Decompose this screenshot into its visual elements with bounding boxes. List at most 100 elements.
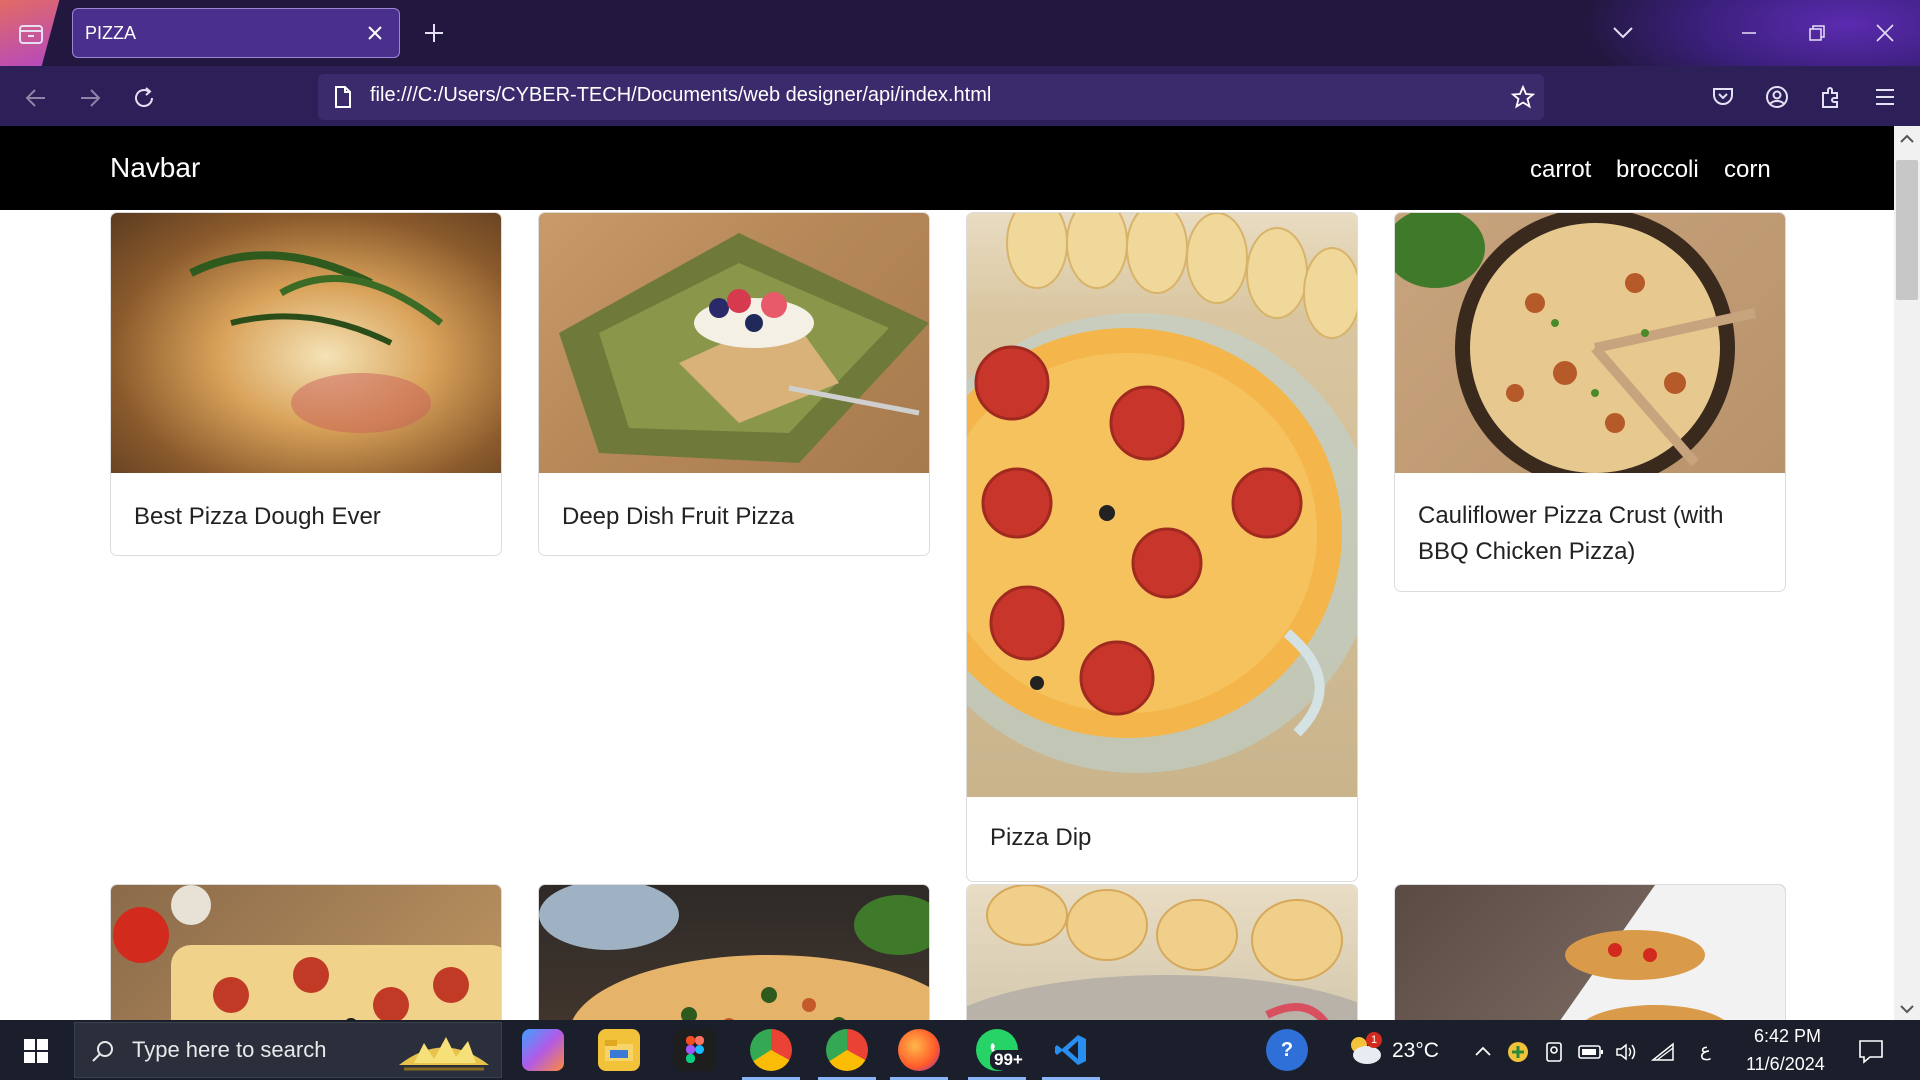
- chrome-profile-1-icon[interactable]: [750, 1029, 792, 1071]
- navbar-brand[interactable]: Navbar: [110, 152, 200, 184]
- cauliflower-pizza-photo: [1395, 213, 1785, 488]
- pepperoni-pizza-photo: [111, 885, 501, 1020]
- close-window-button[interactable]: [1851, 0, 1919, 66]
- card-title-line-1[interactable]: Cauliflower Pizza Crust (with: [1418, 498, 1723, 534]
- pizza-boats-photo: [1395, 885, 1785, 1020]
- nav-link-carrot[interactable]: carrot: [1530, 156, 1591, 184]
- hamburger-icon: [1876, 89, 1894, 105]
- chevron-down-icon: [1613, 27, 1633, 39]
- url-text[interactable]: file:///C:/Users/CYBER-TECH/Documents/we…: [370, 84, 991, 107]
- forward-button[interactable]: [72, 80, 108, 116]
- account-button[interactable]: [1762, 82, 1792, 112]
- recipe-card[interactable]: Cauliflower Pizza Crust (with BBQ Chicke…: [1394, 212, 1786, 592]
- figma-icon[interactable]: [674, 1029, 716, 1071]
- pizza-dip-photo: [967, 213, 1357, 797]
- whatsapp-badge: 99+: [990, 1050, 1027, 1070]
- flatbread-on-board: [539, 885, 929, 1020]
- restore-icon: [1809, 25, 1825, 41]
- basil-garnish: [189, 251, 444, 433]
- flatbread-pizza-photo: [539, 885, 929, 1020]
- clock-date[interactable]: 11/6/2024: [1746, 1054, 1825, 1075]
- bread-slices: [967, 885, 1357, 1020]
- tray-app-icon[interactable]: [1506, 1040, 1530, 1064]
- pocket-icon: [1713, 88, 1733, 105]
- windows-logo-icon: [24, 1039, 48, 1063]
- tab-close-button[interactable]: [363, 21, 387, 45]
- card-title-line-2[interactable]: BBQ Chicken Pizza): [1418, 534, 1635, 570]
- extensions-button[interactable]: [1816, 82, 1846, 112]
- tab-title: PIZZA: [85, 22, 137, 43]
- recipe-card[interactable]: [110, 884, 502, 1020]
- fruit-pizza-photo: [539, 213, 929, 473]
- firefox-icon[interactable]: [898, 1029, 940, 1071]
- bbq-chicken-pizza: [1395, 213, 1757, 488]
- input-language-indicator[interactable]: ع: [1700, 1040, 1711, 1061]
- volume-icon[interactable]: [1614, 1040, 1640, 1064]
- recipe-card[interactable]: Pizza Dip: [966, 212, 1358, 882]
- tab-list-icon: [19, 25, 43, 44]
- meet-now-icon[interactable]: [1542, 1040, 1566, 1064]
- weather-temperature[interactable]: 23°C: [1392, 1039, 1439, 1063]
- arrow-right-icon: [81, 89, 101, 107]
- nav-link-broccoli[interactable]: broccoli: [1616, 156, 1699, 184]
- recipe-card[interactable]: Best Pizza Dough Ever: [110, 212, 502, 556]
- minimize-button[interactable]: [1715, 0, 1783, 66]
- close-icon: [1876, 24, 1894, 42]
- page-viewport: Navbar carrot broccoli corn Best Pizza D…: [0, 126, 1894, 1020]
- page-info-button[interactable]: [330, 84, 356, 110]
- puzzle-icon: [1822, 87, 1838, 108]
- recipe-card[interactable]: [538, 884, 930, 1020]
- show-hidden-icons-button[interactable]: [1472, 1040, 1494, 1062]
- clock-time[interactable]: 6:42 PM: [1754, 1026, 1821, 1047]
- recipe-card[interactable]: Deep Dish Fruit Pizza: [538, 212, 930, 556]
- tab-overview-button[interactable]: [14, 18, 48, 50]
- card-title[interactable]: Pizza Dip: [990, 820, 1091, 856]
- pizza-dip-dish: [967, 213, 1357, 773]
- site-navbar: Navbar carrot broccoli corn: [0, 126, 1894, 210]
- minimize-icon: [1742, 32, 1756, 34]
- close-icon: [368, 26, 382, 40]
- card-title[interactable]: Best Pizza Dough Ever: [134, 499, 381, 535]
- restore-button[interactable]: [1783, 0, 1851, 66]
- back-button[interactable]: [18, 80, 54, 116]
- search-icon: [88, 1036, 118, 1066]
- search-highlight-icon[interactable]: [392, 1024, 496, 1076]
- notification-icon: [1859, 1040, 1883, 1064]
- chevron-down-icon: [1900, 1005, 1914, 1014]
- copilot-icon[interactable]: [522, 1029, 564, 1071]
- battery-icon[interactable]: [1578, 1040, 1604, 1064]
- scroll-down-button[interactable]: [1898, 1000, 1916, 1018]
- vscode-icon[interactable]: [1050, 1029, 1092, 1071]
- reload-button[interactable]: [126, 80, 162, 116]
- new-tab-button[interactable]: [418, 17, 450, 49]
- search-placeholder[interactable]: Type here to search: [132, 1037, 326, 1063]
- recipe-card[interactable]: [1394, 884, 1786, 1020]
- star-icon: [1511, 85, 1535, 109]
- arrow-left-icon: [25, 89, 45, 107]
- browser-tab-active[interactable]: PIZZA: [72, 8, 400, 58]
- chevron-up-icon: [1475, 1046, 1491, 1056]
- bread-dip-photo: [967, 885, 1357, 1020]
- list-all-tabs-button[interactable]: [1606, 17, 1640, 49]
- plus-icon: [425, 24, 443, 42]
- weather-badge: 1: [1366, 1032, 1382, 1048]
- scrollbar-thumb[interactable]: [1896, 160, 1918, 300]
- chevron-up-icon: [1900, 134, 1914, 143]
- account-icon: [1766, 86, 1788, 108]
- reload-icon: [135, 87, 153, 107]
- start-button[interactable]: [14, 1034, 58, 1068]
- card-title[interactable]: Deep Dish Fruit Pizza: [562, 499, 794, 535]
- app-menu-button[interactable]: [1870, 82, 1900, 112]
- plated-fruit-pizza: [559, 233, 929, 463]
- file-explorer-icon[interactable]: [598, 1029, 640, 1071]
- pocket-button[interactable]: [1708, 82, 1738, 112]
- nav-link-corn[interactable]: corn: [1724, 156, 1771, 184]
- file-icon: [335, 86, 351, 108]
- recipe-card[interactable]: [966, 884, 1358, 1020]
- help-icon[interactable]: ?: [1266, 1029, 1308, 1071]
- notification-center-button[interactable]: [1856, 1036, 1886, 1066]
- chrome-profile-2-icon[interactable]: [826, 1029, 868, 1071]
- scroll-up-button[interactable]: [1898, 130, 1916, 148]
- wifi-icon[interactable]: [1650, 1040, 1676, 1064]
- bookmark-button[interactable]: [1508, 82, 1538, 112]
